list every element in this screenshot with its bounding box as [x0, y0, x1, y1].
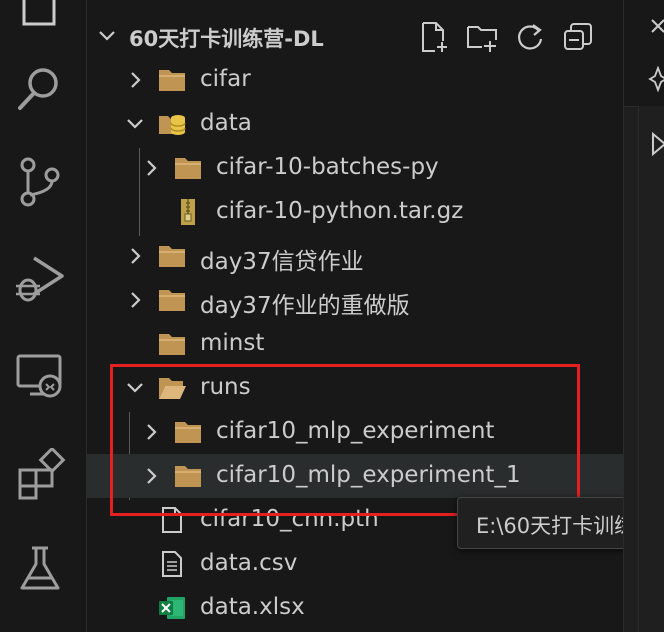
chevron-right-icon: [147, 160, 157, 176]
tree-item-label: cifar-10-python.tar.gz: [216, 198, 464, 224]
chevron-down-icon: [127, 383, 143, 393]
folder-icon: [159, 246, 185, 267]
editor-area: [623, 0, 664, 632]
tree-item-runs[interactable]: runs: [87, 366, 623, 410]
extensions-icon[interactable]: [14, 448, 66, 500]
database-folder-icon: [159, 115, 186, 135]
run-debug-icon[interactable]: [14, 252, 66, 304]
files-icon[interactable]: 12: [14, 0, 84, 30]
chevron-down-icon: [127, 119, 143, 129]
workspace-title: 60天打卡训练营-DL: [129, 27, 324, 51]
chevron-right-icon: [131, 248, 141, 264]
tree-item-label: cifar-10-batches-py: [216, 154, 439, 180]
remote-explorer-icon[interactable]: [14, 350, 66, 402]
folder-icon: [175, 466, 201, 487]
folder-icon: [175, 422, 201, 443]
chevron-down-icon: [99, 31, 115, 41]
collapse-all-icon[interactable]: [561, 20, 595, 54]
tree-item-label: cifar10_cnn.pth: [200, 506, 379, 532]
chevron-right-icon: [147, 468, 157, 484]
editor-tabs-strip: [624, 0, 664, 107]
tree-item-data-xlsx[interactable]: data.xlsx: [87, 586, 623, 630]
refresh-icon[interactable]: [513, 20, 547, 54]
search-icon[interactable]: [14, 62, 66, 114]
chevron-right-icon: [131, 292, 141, 308]
folder-icon: [175, 158, 201, 179]
tree-item-label: data.xlsx: [200, 594, 305, 620]
chevron-right-icon: [131, 72, 141, 88]
tree-item-label: cifar: [200, 66, 251, 92]
tree-item-label: data: [200, 110, 252, 136]
tree-item-label: day37信贷作业: [200, 249, 364, 275]
chevron-right-icon: [147, 424, 157, 440]
tree-item-cifar-10-python-tar-gz[interactable]: cifar-10-python.tar.gz: [87, 190, 623, 234]
flask-icon[interactable]: [14, 542, 66, 594]
activity-bar: 12: [0, 0, 87, 632]
tree-item-label: runs: [200, 374, 251, 400]
new-folder-icon[interactable]: [465, 20, 499, 54]
tree-item-day37-redo[interactable]: day37作业的重做版: [87, 278, 623, 322]
folder-icon: [159, 334, 185, 355]
archive-icon: [181, 199, 195, 225]
csv-file-icon: [162, 551, 182, 577]
tree-item-cifar[interactable]: cifar: [87, 58, 623, 102]
folder-open-icon: [159, 378, 186, 399]
tree-item-minst[interactable]: minst: [87, 322, 623, 366]
tree-item-label: cifar10_mlp_experiment: [216, 418, 495, 444]
tree-item-label: day37作业的重做版: [200, 293, 410, 319]
editor-pane: [638, 106, 664, 632]
tree-item-cifar10-mlp-experiment[interactable]: cifar10_mlp_experiment: [87, 410, 623, 454]
excel-file-icon: [159, 597, 185, 619]
tree-item-day37-credit-homework[interactable]: day37信贷作业: [87, 234, 623, 278]
tree-item-cifar-10-batches-py[interactable]: cifar-10-batches-py: [87, 146, 623, 190]
workspace-section-header[interactable]: 60天打卡训练营-DL: [87, 14, 623, 58]
run-icon[interactable]: [651, 130, 664, 158]
source-control-icon[interactable]: [14, 155, 66, 207]
folder-icon: [159, 70, 185, 91]
sparkle-icon[interactable]: [646, 66, 664, 92]
folder-icon: [159, 290, 185, 311]
tree-item-label: cifar10_mlp_experiment_1: [216, 462, 521, 488]
file-icon: [162, 507, 182, 533]
new-file-icon[interactable]: [417, 20, 451, 54]
tree-item-cifar10-mlp-experiment-1[interactable]: cifar10_mlp_experiment_1: [87, 454, 623, 498]
tree-item-label: data.csv: [200, 550, 298, 576]
close-icon[interactable]: [650, 16, 664, 36]
tree-item-data[interactable]: data: [87, 102, 623, 146]
tree-item-label: minst: [200, 330, 265, 356]
